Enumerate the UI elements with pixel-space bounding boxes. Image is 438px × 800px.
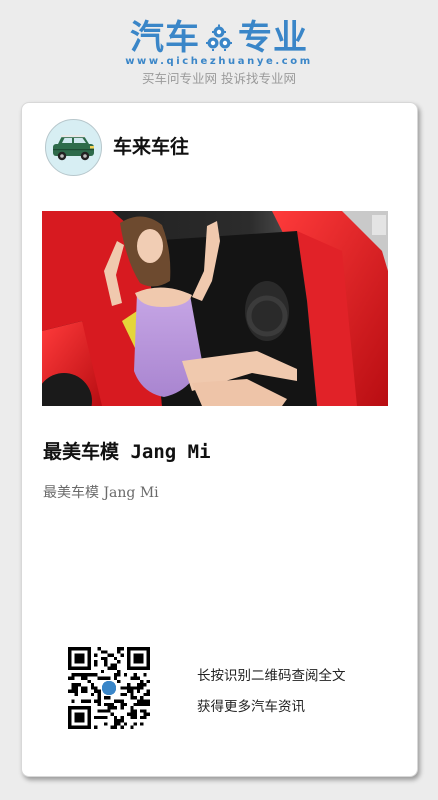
qr-caption-line-2: 获得更多汽车资讯	[197, 699, 305, 715]
brand-logo: 汽车 专业	[130, 18, 308, 58]
qr-caption-line-1: 长按识别二维码查阅全文	[197, 668, 346, 684]
green-car-icon	[53, 135, 94, 161]
qr-caption: 长按识别二维码查阅全文 获得更多汽车资讯	[197, 661, 346, 723]
gear-icon	[206, 24, 232, 51]
channel-avatar	[45, 119, 102, 176]
channel-name: 车来车往	[113, 136, 190, 158]
car-model-photo	[42, 211, 388, 406]
brand-header: 汽车 专业 www.qichezhuanye.com 买车问专业网 投诉找专业网	[0, 18, 438, 87]
article-title: 最美车模 Jang Mi	[43, 441, 211, 463]
brand-word-left: 汽车	[130, 18, 200, 58]
share-poster: 汽车 专业 www.qichezhuanye.com 买车问专业网 投诉找专业网…	[0, 0, 438, 800]
qr-code-icon	[68, 647, 150, 729]
qr-code[interactable]	[68, 647, 150, 729]
brand-domain: www.qichezhuanye.com	[125, 56, 313, 67]
article-description: 最美车模 Jang Mi	[43, 485, 159, 501]
brand-slogan: 买车问专业网 投诉找专业网	[142, 71, 296, 86]
article-hero-image[interactable]	[42, 211, 388, 406]
brand-word-right: 专业	[238, 18, 308, 58]
article-card[interactable]: 车来车往 最美车模 Jang Mi 最美车模 Jang Mi 长按识别二维码查阅…	[21, 102, 418, 777]
